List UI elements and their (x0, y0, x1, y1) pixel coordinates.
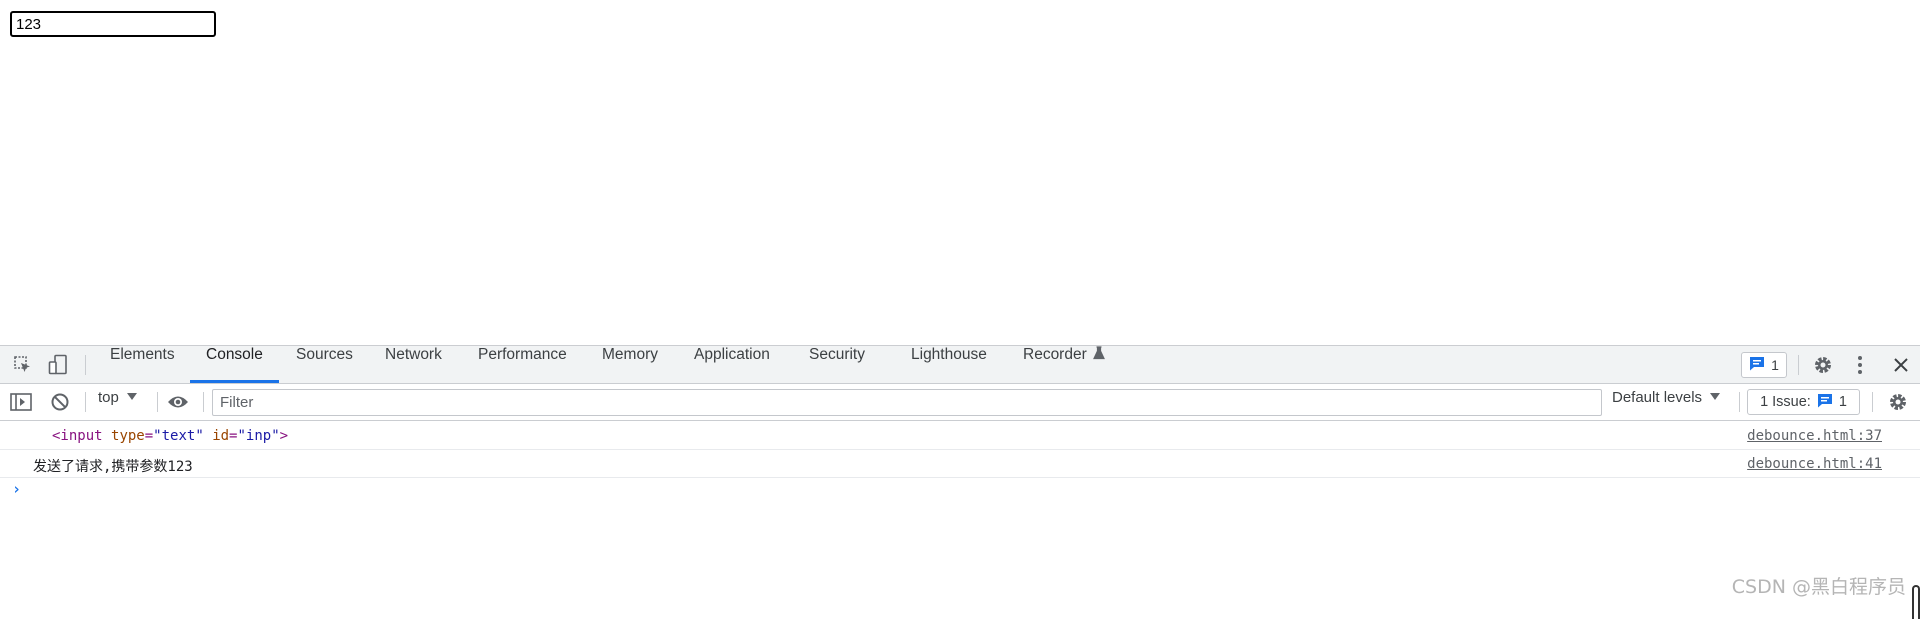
attr-value: "text" (153, 428, 204, 444)
html-tag-close: > (279, 428, 289, 444)
tab-elements[interactable]: Elements (94, 346, 191, 383)
console-row: <input type="text" id="inp"> debounce.ht… (0, 422, 1920, 450)
message-icon (1817, 393, 1833, 412)
messages-badge[interactable]: 1 (1741, 352, 1787, 378)
attr-name: id (212, 428, 230, 444)
issues-count: 1 (1838, 394, 1847, 410)
page-text-input[interactable] (10, 11, 216, 37)
devtools-tab-bar: Elements Console Sources Network Perform… (0, 346, 1920, 384)
log-levels-dropdown[interactable]: Default levels (1604, 389, 1728, 415)
source-link[interactable]: debounce.html:41 (1747, 456, 1882, 472)
console-prompt-row[interactable]: › (0, 478, 1920, 502)
attr-value: "inp" (237, 428, 280, 444)
chevron-down-icon (126, 393, 137, 400)
issues-label: 1 Issue: (1760, 394, 1811, 410)
console-toolbar: top Default levels 1 Issue: 1 (0, 384, 1920, 421)
gear-icon[interactable] (1884, 388, 1912, 416)
source-link[interactable]: debounce.html:37 (1747, 428, 1882, 444)
toolbar-divider (1739, 392, 1740, 412)
tab-network[interactable]: Network (369, 346, 458, 383)
tab-recorder-label: Recorder (1023, 346, 1087, 363)
attr-name: type (111, 428, 145, 444)
devtools-panel: Elements Console Sources Network Perform… (0, 345, 1920, 619)
console-prompt-icon: › (12, 480, 22, 498)
tab-lighthouse[interactable]: Lighthouse (895, 346, 1003, 383)
live-expression-eye-icon[interactable] (164, 388, 192, 416)
log-levels-label: Default levels (1612, 389, 1703, 406)
console-row: 发送了请求,携带参数123 debounce.html:41 (0, 450, 1920, 478)
tab-sources[interactable]: Sources (280, 346, 369, 383)
toolbar-divider (157, 392, 158, 412)
console-element-output[interactable]: <input type="text" id="inp"> (52, 428, 288, 444)
tab-security[interactable]: Security (793, 346, 881, 383)
message-icon (1749, 356, 1765, 374)
tab-recorder[interactable]: Recorder (1007, 346, 1121, 383)
device-toolbar-icon[interactable] (44, 351, 72, 379)
tab-memory[interactable]: Memory (586, 346, 674, 383)
chevron-down-icon (1710, 393, 1721, 400)
gear-icon[interactable] (1809, 351, 1837, 379)
tab-application[interactable]: Application (678, 346, 786, 383)
context-selector[interactable]: top (90, 389, 145, 415)
console-messages: <input type="text" id="inp"> debounce.ht… (0, 422, 1920, 502)
clear-console-icon[interactable] (46, 388, 74, 416)
issues-button[interactable]: 1 Issue: 1 (1747, 389, 1860, 415)
toolbar-divider (85, 355, 86, 375)
toolbar-divider (203, 392, 204, 412)
toolbar-divider (1798, 355, 1799, 375)
flask-icon (1092, 346, 1105, 365)
tab-console[interactable]: Console (190, 346, 279, 383)
toolbar-divider (85, 392, 86, 412)
watermark: CSDN @黑白程序员 (1731, 576, 1906, 598)
tab-performance[interactable]: Performance (462, 346, 583, 383)
close-icon[interactable] (1887, 351, 1915, 379)
context-selector-value: top (98, 389, 119, 406)
html-tag-open: <input (52, 428, 103, 444)
filter-input[interactable] (212, 389, 1602, 416)
console-log-text: 发送了请求,携带参数123 (33, 459, 193, 475)
toolbar-divider (1872, 392, 1873, 412)
kebab-menu-icon[interactable] (1846, 351, 1874, 379)
console-sidebar-icon[interactable] (7, 388, 35, 416)
inspect-element-icon[interactable] (9, 351, 37, 379)
messages-count: 1 (1771, 357, 1779, 373)
scroll-handle[interactable] (1912, 585, 1920, 619)
